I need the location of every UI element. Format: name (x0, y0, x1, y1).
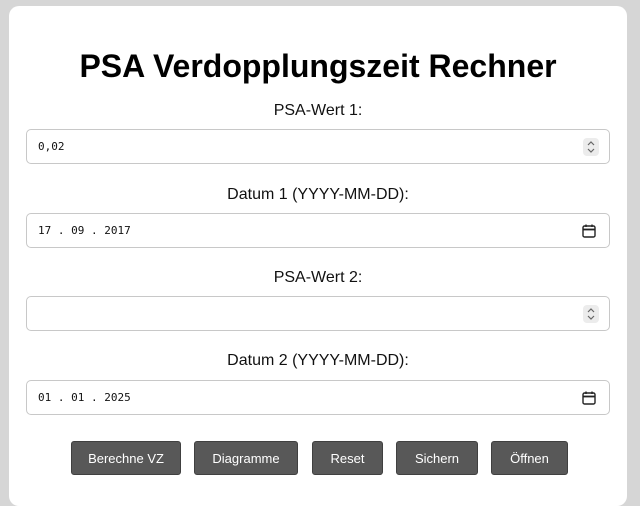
date1-value: 17 . 09 . 2017 (38, 224, 131, 237)
date2-label: Datum 2 (YYYY-MM-DD): (227, 352, 409, 369)
charts-button[interactable]: Diagramme (194, 441, 298, 475)
calendar-icon[interactable] (582, 224, 596, 238)
open-button[interactable]: Öffnen (491, 441, 568, 475)
date1-label: Datum 1 (YYYY-MM-DD): (227, 186, 409, 203)
date2-value: 01 . 01 . 2025 (38, 391, 131, 404)
reset-button[interactable]: Reset (312, 441, 383, 475)
page-title: PSA Verdopplungszeit Rechner (79, 48, 557, 84)
date2-input[interactable]: 01 . 01 . 2025 (26, 380, 610, 415)
psa2-label: PSA-Wert 2: (273, 269, 363, 286)
psa1-value: 0,02 (38, 140, 65, 153)
psa1-label: PSA-Wert 1: (273, 102, 363, 119)
calculate-button[interactable]: Berechne VZ (71, 441, 181, 475)
psa1-input[interactable]: 0,02 (26, 129, 610, 164)
date1-input[interactable]: 17 . 09 . 2017 (26, 213, 610, 248)
calculator-card: PSA Verdopplungszeit Rechner PSA-Wert 1:… (9, 6, 627, 506)
save-button[interactable]: Sichern (396, 441, 478, 475)
spinner-icon[interactable] (583, 138, 599, 156)
spinner-icon[interactable] (583, 305, 599, 323)
psa2-input[interactable] (26, 296, 610, 331)
calendar-icon[interactable] (582, 391, 596, 405)
